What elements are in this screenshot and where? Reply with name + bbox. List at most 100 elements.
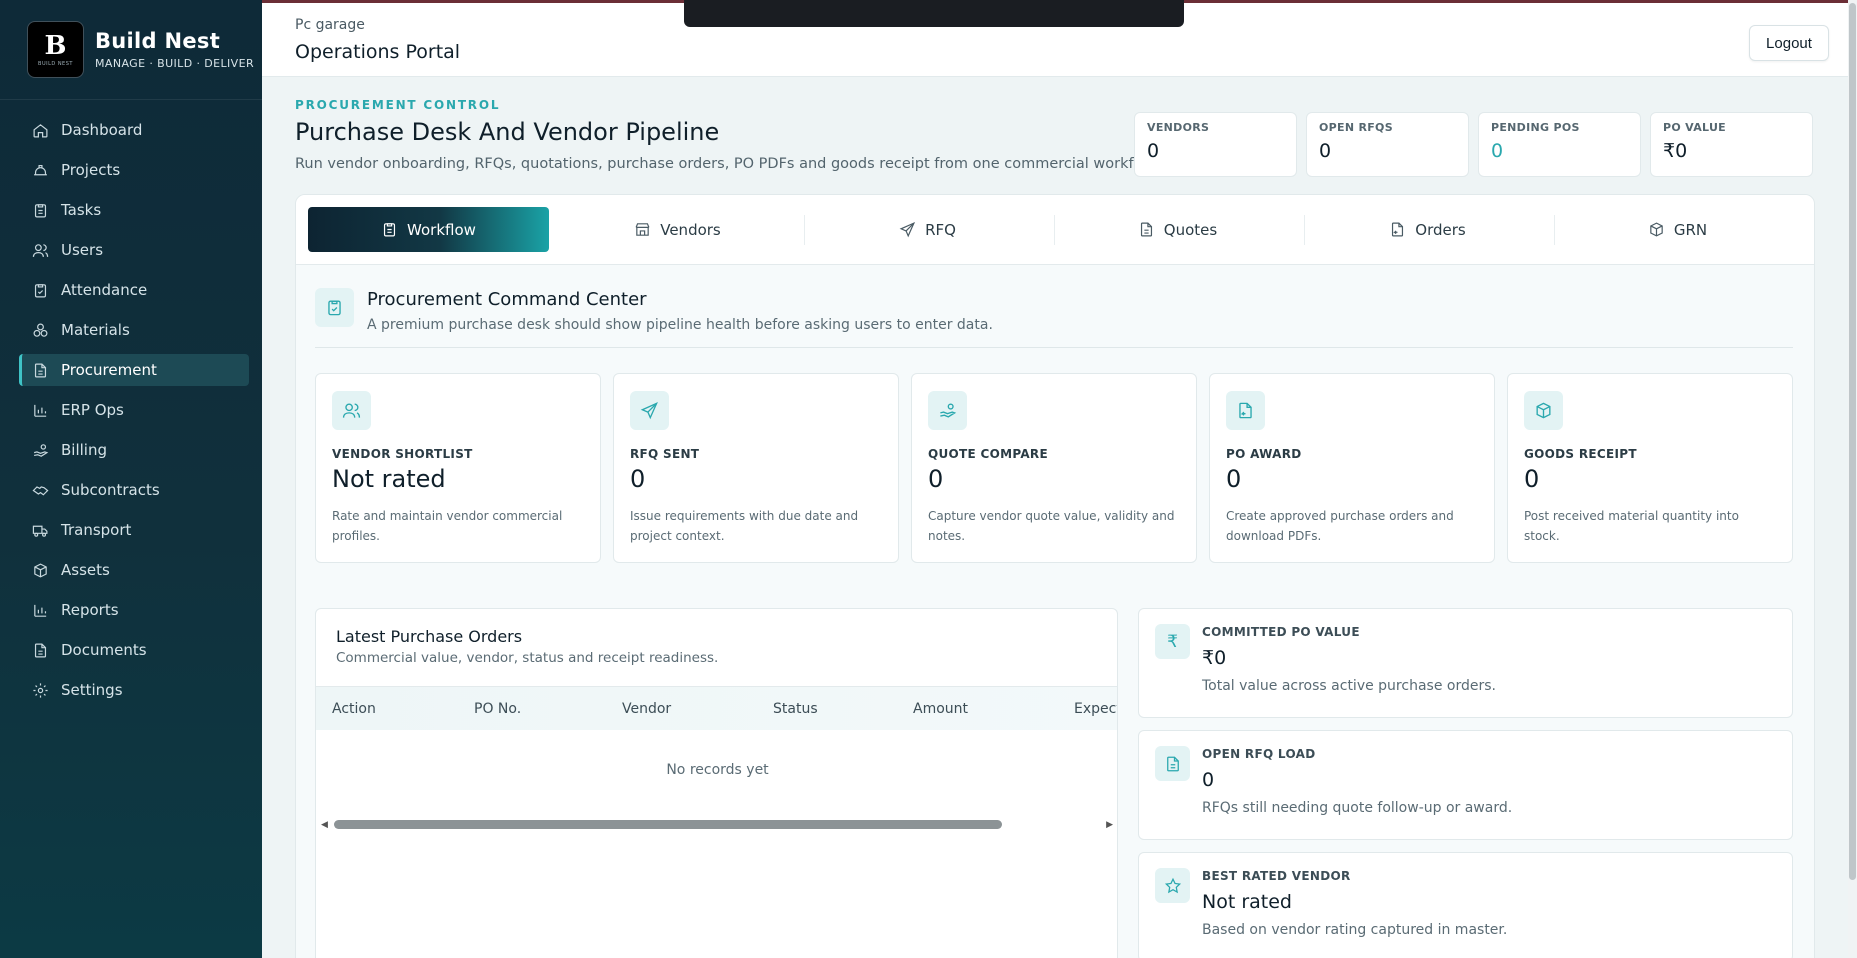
tab-label: Quotes [1163,220,1218,239]
portal-title: Operations Portal [295,41,461,63]
sidebar-item-tasks[interactable]: Tasks [19,194,249,226]
column-header[interactable]: Amount [913,701,968,717]
scrollbar-thumb[interactable] [334,820,1002,829]
stage-card-goods-receipt[interactable]: GOODS RECEIPT 0 Post received material q… [1507,373,1793,563]
stage-card-vendor-shortlist[interactable]: VENDOR SHORTLIST Not rated Rate and main… [315,373,601,563]
sidebar-item-subcontracts[interactable]: Subcontracts [19,474,249,506]
sidebar-item-dashboard[interactable]: Dashboard [19,114,249,146]
logout-button[interactable]: Logout [1749,25,1829,61]
sidebar-item-label: Users [61,241,104,259]
metric-best-rated-vendor: BEST RATED VENDOR Not rated Based on ven… [1138,852,1793,958]
scrollbar-thumb[interactable] [1849,3,1856,880]
stage-description: Issue requirements with due date and pro… [630,509,859,543]
metric-open-rfq-load: OPEN RFQ LOAD 0 RFQs still needing quote… [1138,730,1793,840]
tab-rfq[interactable]: RFQ [807,207,1048,252]
rupee-icon: ₹ [1155,624,1190,659]
tab-label: RFQ [925,220,956,239]
clipboard-check-icon [315,288,354,327]
sidebar-item-label: Dashboard [61,121,143,139]
sidebar-item-assets[interactable]: Assets [19,554,249,586]
kpi-vendors: VENDORS 0 [1134,112,1297,177]
vertical-scrollbar[interactable] [1848,0,1857,958]
orders-subtitle: Commercial value, vendor, status and rec… [336,650,719,666]
sidebar-item-label: Transport [61,521,132,539]
stage-value: 0 [630,465,646,493]
package-icon [1650,222,1663,237]
clipboard-icon [383,223,396,237]
scroll-right-icon[interactable]: ▶ [1106,820,1113,830]
section-eyebrow: PROCUREMENT CONTROL [295,98,501,112]
column-header[interactable]: Vendor [622,701,671,717]
users-icon [332,391,371,430]
document-icon [31,361,49,379]
stage-value: Not rated [332,465,446,493]
stage-value: 0 [1226,465,1242,493]
column-header[interactable]: Status [773,701,818,717]
brand-tagline: MANAGE · BUILD · DELIVER [95,57,254,70]
sidebar-item-label: Settings [61,681,123,699]
sidebar-item-procurement[interactable]: Procurement [19,354,249,386]
truck-icon [31,521,49,539]
sidebar-item-billing[interactable]: Billing [19,434,249,466]
stage-value: 0 [928,465,944,493]
logo: B BUILD NEST [27,21,84,78]
star-icon [1155,868,1190,903]
sidebar-item-label: Attendance [61,281,148,299]
kpi-pending-pos: PENDING POS 0 [1478,112,1641,177]
bar-chart-icon [31,401,49,419]
tab-workflow[interactable]: Workflow [308,207,549,252]
kpi-po-value: PO VALUE ₹0 [1650,112,1813,177]
tab-orders[interactable]: Orders [1307,207,1548,252]
sidebar-item-label: Subcontracts [61,481,160,499]
organization-name: Pc garage [295,17,365,33]
column-header[interactable]: Expect [1074,701,1117,717]
tab-grn[interactable]: GRN [1557,207,1798,252]
tab-label: Orders [1415,220,1466,239]
top-bar: Pc garage Operations Portal Logout [262,0,1848,77]
users-icon [31,241,49,259]
stage-card-rfq-sent[interactable]: RFQ SENT 0 Issue requirements with due d… [613,373,899,563]
column-header[interactable]: PO No. [474,701,521,717]
stage-card-quote-compare[interactable]: QUOTE COMPARE 0 Capture vendor quote val… [911,373,1197,563]
kpi-open-rfqs: OPEN RFQS 0 [1306,112,1469,177]
orders-table-header: Action PO No. Vendor Status Amount Expec… [316,686,1117,730]
column-header[interactable]: Action [332,701,376,717]
stage-description: Post received material quantity into sto… [1524,509,1739,543]
horizontal-scrollbar[interactable]: ◀ ▶ [321,818,1113,830]
file-text-icon [1140,222,1152,237]
sidebar-item-documents[interactable]: Documents [19,634,249,666]
gear-icon [31,681,49,699]
stage-label: GOODS RECEIPT [1524,447,1637,461]
helmet-icon [31,161,49,179]
package-icon [1524,391,1563,430]
tab-label: Vendors [660,220,721,239]
tab-quotes[interactable]: Quotes [1057,207,1298,252]
sidebar-item-erp-ops[interactable]: ERP Ops [19,394,249,426]
sidebar-item-label: Tasks [61,201,102,219]
hand-coins-icon [31,441,49,459]
sidebar-item-transport[interactable]: Transport [19,514,249,546]
stage-card-po-award[interactable]: PO AWARD 0 Create approved purchase orde… [1209,373,1495,563]
sidebar-item-attendance[interactable]: Attendance [19,274,249,306]
file-return-icon [1392,222,1404,237]
sidebar-item-users[interactable]: Users [19,234,249,266]
sidebar-item-projects[interactable]: Projects [19,154,249,186]
brand[interactable]: B BUILD NEST Build Nest MANAGE · BUILD ·… [0,0,262,100]
procurement-panel: Workflow Vendors RFQ Quotes Orders GRN P… [295,194,1815,958]
sidebar-item-label: ERP Ops [61,401,124,419]
tab-label: Workflow [407,220,476,239]
sidebar-item-materials[interactable]: Materials [19,314,249,346]
scroll-left-icon[interactable]: ◀ [321,820,328,830]
page-subtitle: Run vendor onboarding, RFQs, quotations,… [295,156,1162,172]
home-icon [31,121,49,139]
sidebar-item-label: Materials [61,321,130,339]
file-text-icon [31,641,49,659]
hand-coins-icon [928,391,967,430]
sidebar-item-reports[interactable]: Reports [19,594,249,626]
clipboard-icon [31,201,49,219]
latest-purchase-orders-card: Latest Purchase Orders Commercial value,… [315,608,1118,958]
stage-description: Capture vendor quote value, validity and… [928,509,1175,543]
stage-value: 0 [1524,465,1540,493]
tab-vendors[interactable]: Vendors [557,207,798,252]
sidebar-item-settings[interactable]: Settings [19,674,249,706]
